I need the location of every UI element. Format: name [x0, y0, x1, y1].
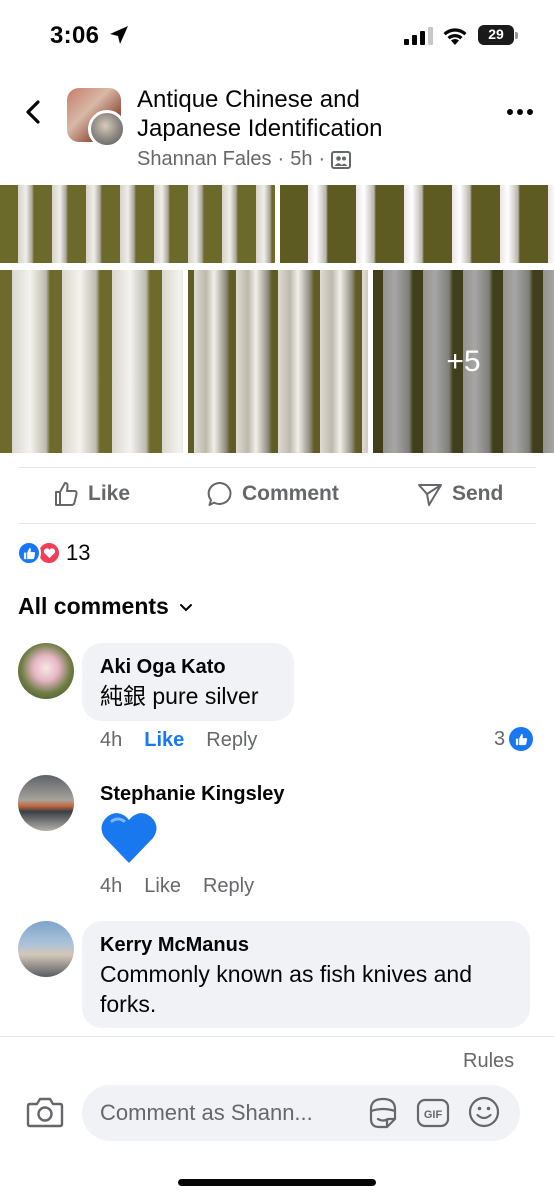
like-reaction-icon [17, 541, 41, 565]
battery-cap [515, 32, 518, 39]
send-button[interactable]: Send [416, 480, 503, 508]
comment-time: 4h [100, 729, 123, 751]
svg-text:GIF: GIF [424, 1109, 443, 1121]
comment-bubble[interactable]: Aki Oga Kato 純銀 pure silver [82, 643, 294, 721]
post-author[interactable]: Shannan Fales [137, 148, 272, 171]
comment-author[interactable]: Stephanie Kingsley [100, 783, 285, 806]
comments-filter-label: All comments [18, 593, 169, 619]
comment-reaction-count: 3 [494, 727, 506, 750]
meta-separator: · [277, 148, 285, 170]
comment-text: Commonly known as fish knives and forks. [100, 961, 472, 1017]
group-members-icon [331, 150, 352, 169]
comment-input[interactable] [100, 1085, 365, 1141]
more-dot [517, 109, 523, 115]
comment-composer: GIF [82, 1085, 520, 1141]
comment-like-button[interactable]: Like [144, 729, 184, 752]
post-header: Antique Chinese and Japanese Identificat… [0, 80, 554, 185]
commenter-avatar-kerry[interactable] [18, 921, 74, 977]
battery-indicator: 29 [478, 25, 518, 45]
author-avatar[interactable] [88, 110, 126, 148]
comment-reply-button[interactable]: Reply [206, 729, 257, 752]
reactions-summary[interactable]: 13 [17, 540, 90, 566]
wifi-icon [443, 28, 467, 45]
like-reaction-icon [509, 727, 534, 751]
post-photo-5[interactable]: +5 [373, 270, 554, 453]
like-label: Like [88, 482, 131, 505]
gif-icon[interactable]: GIF [416, 1097, 450, 1129]
home-indicator[interactable] [178, 1179, 376, 1186]
location-arrow-icon [110, 26, 128, 44]
send-arrow-icon [418, 484, 442, 506]
comment-meta: 4h Like Reply [100, 875, 254, 898]
back-arrow-icon[interactable] [20, 98, 48, 126]
meta-separator-2: · [318, 148, 326, 170]
status-time: 3:06 [50, 22, 100, 49]
commenter-avatar-stephanie[interactable] [18, 775, 74, 831]
emoji-smiley-icon[interactable] [467, 1095, 501, 1129]
comment-author[interactable]: Kerry McManus [100, 933, 512, 957]
divider [18, 523, 536, 524]
comment-bubble[interactable]: Kerry McManus Commonly known as fish kni… [82, 921, 530, 1028]
more-photos-overlay[interactable]: +5 [373, 270, 554, 453]
post-photo-4[interactable] [188, 270, 368, 453]
battery-level: 29 [488, 26, 504, 42]
post-photo-2[interactable] [280, 185, 554, 263]
status-bar: 3:06 29 [0, 0, 554, 72]
post-actions: Like Comment Send [0, 470, 554, 522]
post-photo-3[interactable] [0, 270, 183, 453]
thumbs-up-icon [55, 482, 78, 506]
blue-heart-emoji-icon [101, 813, 157, 863]
like-button[interactable]: Like [52, 480, 130, 508]
rules-link[interactable]: Rules [463, 1050, 514, 1073]
commenter-avatar-aki[interactable] [18, 643, 74, 699]
post-time: 5h [290, 148, 313, 170]
post-photo-1[interactable] [0, 185, 275, 263]
chevron-down-icon [179, 603, 192, 611]
more-dot [527, 109, 533, 115]
comment-reply-button[interactable]: Reply [203, 875, 254, 898]
comment-reactions[interactable]: 3 [494, 727, 534, 751]
comment-button[interactable]: Comment [206, 480, 339, 508]
more-dot [507, 109, 513, 115]
comment-label: Comment [242, 482, 339, 505]
cellular-signal-icon [404, 27, 433, 45]
comment-time: 4h [100, 875, 123, 897]
comment-like-button[interactable]: Like [144, 875, 181, 898]
comment-meta: 4h Like Reply [100, 729, 257, 752]
camera-icon[interactable] [26, 1094, 64, 1130]
send-label: Send [452, 482, 504, 505]
reaction-count: 13 [66, 540, 91, 565]
composer-divider [0, 1036, 554, 1037]
speech-bubble-icon [207, 481, 232, 506]
comment-author[interactable]: Aki Oga Kato [100, 655, 276, 679]
comment-text: 純銀 pure silver [100, 683, 259, 709]
comments-filter[interactable]: All comments [18, 593, 193, 620]
group-title[interactable]: Antique Chinese and Japanese Identificat… [137, 85, 467, 143]
photo-grid: +5 [0, 185, 554, 453]
avatar-sticker-icon[interactable] [365, 1095, 401, 1131]
more-options-button[interactable] [504, 100, 536, 124]
divider [18, 467, 536, 468]
post-meta: Shannan Fales · 5h · [137, 148, 352, 171]
